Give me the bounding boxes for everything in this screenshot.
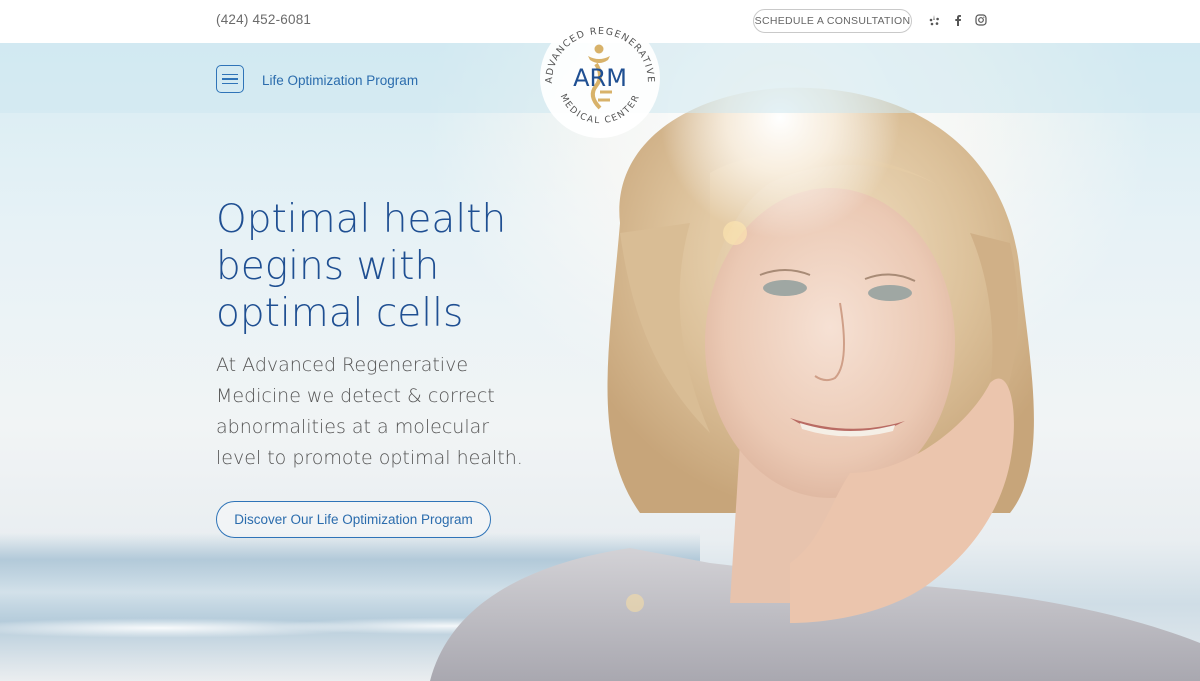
headline-line: begins with xyxy=(216,244,440,289)
hero-subtext: At Advanced Regenerative Medicine we det… xyxy=(216,350,526,474)
nav-life-optimization-link[interactable]: Life Optimization Program xyxy=(262,73,418,88)
schedule-consultation-button[interactable]: SCHEDULE A CONSULTATION xyxy=(753,9,912,33)
subtext-line: At Advanced Regenerative xyxy=(216,354,469,376)
yelp-icon[interactable] xyxy=(928,12,941,28)
hero-woman-photo xyxy=(430,43,1200,681)
logo-monogram: ARM xyxy=(573,64,627,92)
subtext-line: Medicine we detect & correct xyxy=(216,385,495,407)
subtext-line: level to promote optimal health. xyxy=(216,447,523,469)
social-links xyxy=(928,12,987,28)
discover-program-button[interactable]: Discover Our Life Optimization Program xyxy=(216,501,491,538)
arm-logo[interactable]: ADVANCED REGENERATIVE MEDICAL CENTER ARM xyxy=(538,16,662,140)
phone-number-link[interactable]: (424) 452-6081 xyxy=(216,12,311,27)
hamburger-icon[interactable] xyxy=(216,65,244,93)
subtext-line: abnormalities at a molecular xyxy=(216,416,490,438)
hero-headline: Optimal health begins with optimal cells xyxy=(216,196,556,337)
headline-line: optimal cells xyxy=(216,291,464,336)
headline-line: Optimal health xyxy=(216,197,507,242)
facebook-icon[interactable] xyxy=(951,12,964,28)
instagram-icon[interactable] xyxy=(974,12,987,28)
